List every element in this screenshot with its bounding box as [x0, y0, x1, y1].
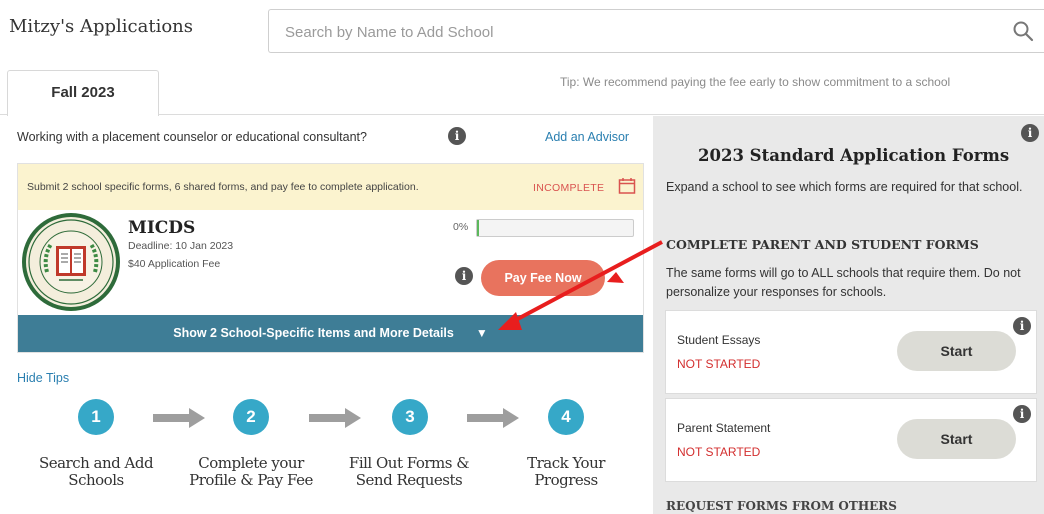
- step-3-label: Fill Out Forms & Send Requests: [339, 455, 479, 489]
- form-status: NOT STARTED: [677, 357, 761, 371]
- step-3-circle: 3: [392, 399, 428, 435]
- search-icon[interactable]: [1012, 20, 1034, 42]
- form-name: Student Essays: [677, 333, 761, 347]
- info-icon[interactable]: i: [448, 127, 466, 145]
- info-icon[interactable]: i: [455, 267, 473, 285]
- standard-forms-panel: i 2023 Standard Application Forms Expand…: [653, 116, 1044, 514]
- step-3-label-line2: Send Requests: [355, 471, 463, 489]
- form-name: Parent Statement: [677, 421, 771, 435]
- progress-bar: [476, 219, 634, 237]
- forms-panel-note: The same forms will go to ALL schools th…: [666, 266, 1021, 299]
- requirements-text: Submit 2 school specific forms, 6 shared…: [27, 181, 419, 193]
- show-details-bar[interactable]: Show 2 School-Specific Items and More De…: [18, 315, 643, 352]
- step-2-label-line1: Complete your: [198, 454, 304, 472]
- school-deadline: Deadline: 10 Jan 2023: [128, 240, 234, 252]
- form-card-parent-statement: Parent Statement NOT STARTED Start i: [665, 398, 1037, 482]
- step-1-circle: 1: [78, 399, 114, 435]
- form-card-student-essays: Student Essays NOT STARTED Start i: [665, 310, 1037, 394]
- search-input[interactable]: [285, 20, 985, 44]
- step-1-label-line1: Search and Add: [38, 454, 154, 472]
- header-tip: Tip: We recommend paying the fee early t…: [560, 75, 951, 89]
- form-status: NOT STARTED: [677, 445, 761, 459]
- step-4-label-line2: Progress: [534, 471, 598, 489]
- info-icon[interactable]: i: [1013, 317, 1031, 335]
- step-2-label-line2: Profile & Pay Fee: [189, 471, 313, 489]
- step-3-label-line1: Fill Out Forms &: [348, 454, 470, 472]
- step-2-label: Complete your Profile & Pay Fee: [181, 455, 321, 489]
- application-fee: $40 Application Fee: [128, 258, 221, 270]
- status-badge: INCOMPLETE: [533, 182, 605, 194]
- forms-panel-title: 2023 Standard Application Forms: [698, 146, 1010, 165]
- progress-fill: [477, 220, 479, 236]
- step-arrow-icon: [153, 408, 205, 428]
- step-1-label: Search and Add Schools: [26, 455, 166, 489]
- info-icon[interactable]: i: [1021, 124, 1039, 142]
- start-parent-statement-button[interactable]: Start: [897, 419, 1016, 459]
- show-details-label: Show 2 School-Specific Items and More De…: [173, 326, 454, 340]
- step-4-circle: 4: [548, 399, 584, 435]
- hide-tips-link[interactable]: Hide Tips: [17, 371, 69, 385]
- calendar-icon[interactable]: [618, 177, 636, 195]
- chevron-down-icon: ▼: [475, 326, 488, 340]
- app-title: Mitzy's Applications: [9, 16, 194, 37]
- step-4-label: Track Your Progress: [496, 455, 636, 489]
- pay-fee-button[interactable]: Pay Fee Now: [481, 260, 605, 296]
- start-student-essays-button[interactable]: Start: [897, 331, 1016, 371]
- add-advisor-link[interactable]: Add an Advisor: [545, 130, 629, 144]
- counselor-prompt: Working with a placement counselor or ed…: [17, 130, 367, 144]
- progress-label: 0%: [453, 221, 469, 233]
- requirements-notice: Submit 2 school specific forms, 6 shared…: [18, 164, 643, 210]
- school-seal-logo: [22, 213, 120, 311]
- application-card: Submit 2 school specific forms, 6 shared…: [17, 163, 644, 353]
- step-arrow-icon: [467, 408, 519, 428]
- step-1-label-line2: Schools: [68, 471, 124, 489]
- step-4-label-line1: Track Your: [527, 454, 605, 472]
- tab-fall-2023[interactable]: Fall 2023: [7, 70, 159, 116]
- info-icon[interactable]: i: [1013, 405, 1031, 423]
- step-2-circle: 2: [233, 399, 269, 435]
- parent-student-forms-heading: COMPLETE PARENT AND STUDENT FORMS: [666, 237, 979, 252]
- school-name[interactable]: MICDS: [128, 218, 195, 238]
- step-arrow-icon: [309, 408, 361, 428]
- search-box[interactable]: [268, 9, 1044, 53]
- request-forms-heading: REQUEST FORMS FROM OTHERS: [666, 499, 897, 513]
- forms-panel-description: Expand a school to see which forms are r…: [666, 180, 1023, 194]
